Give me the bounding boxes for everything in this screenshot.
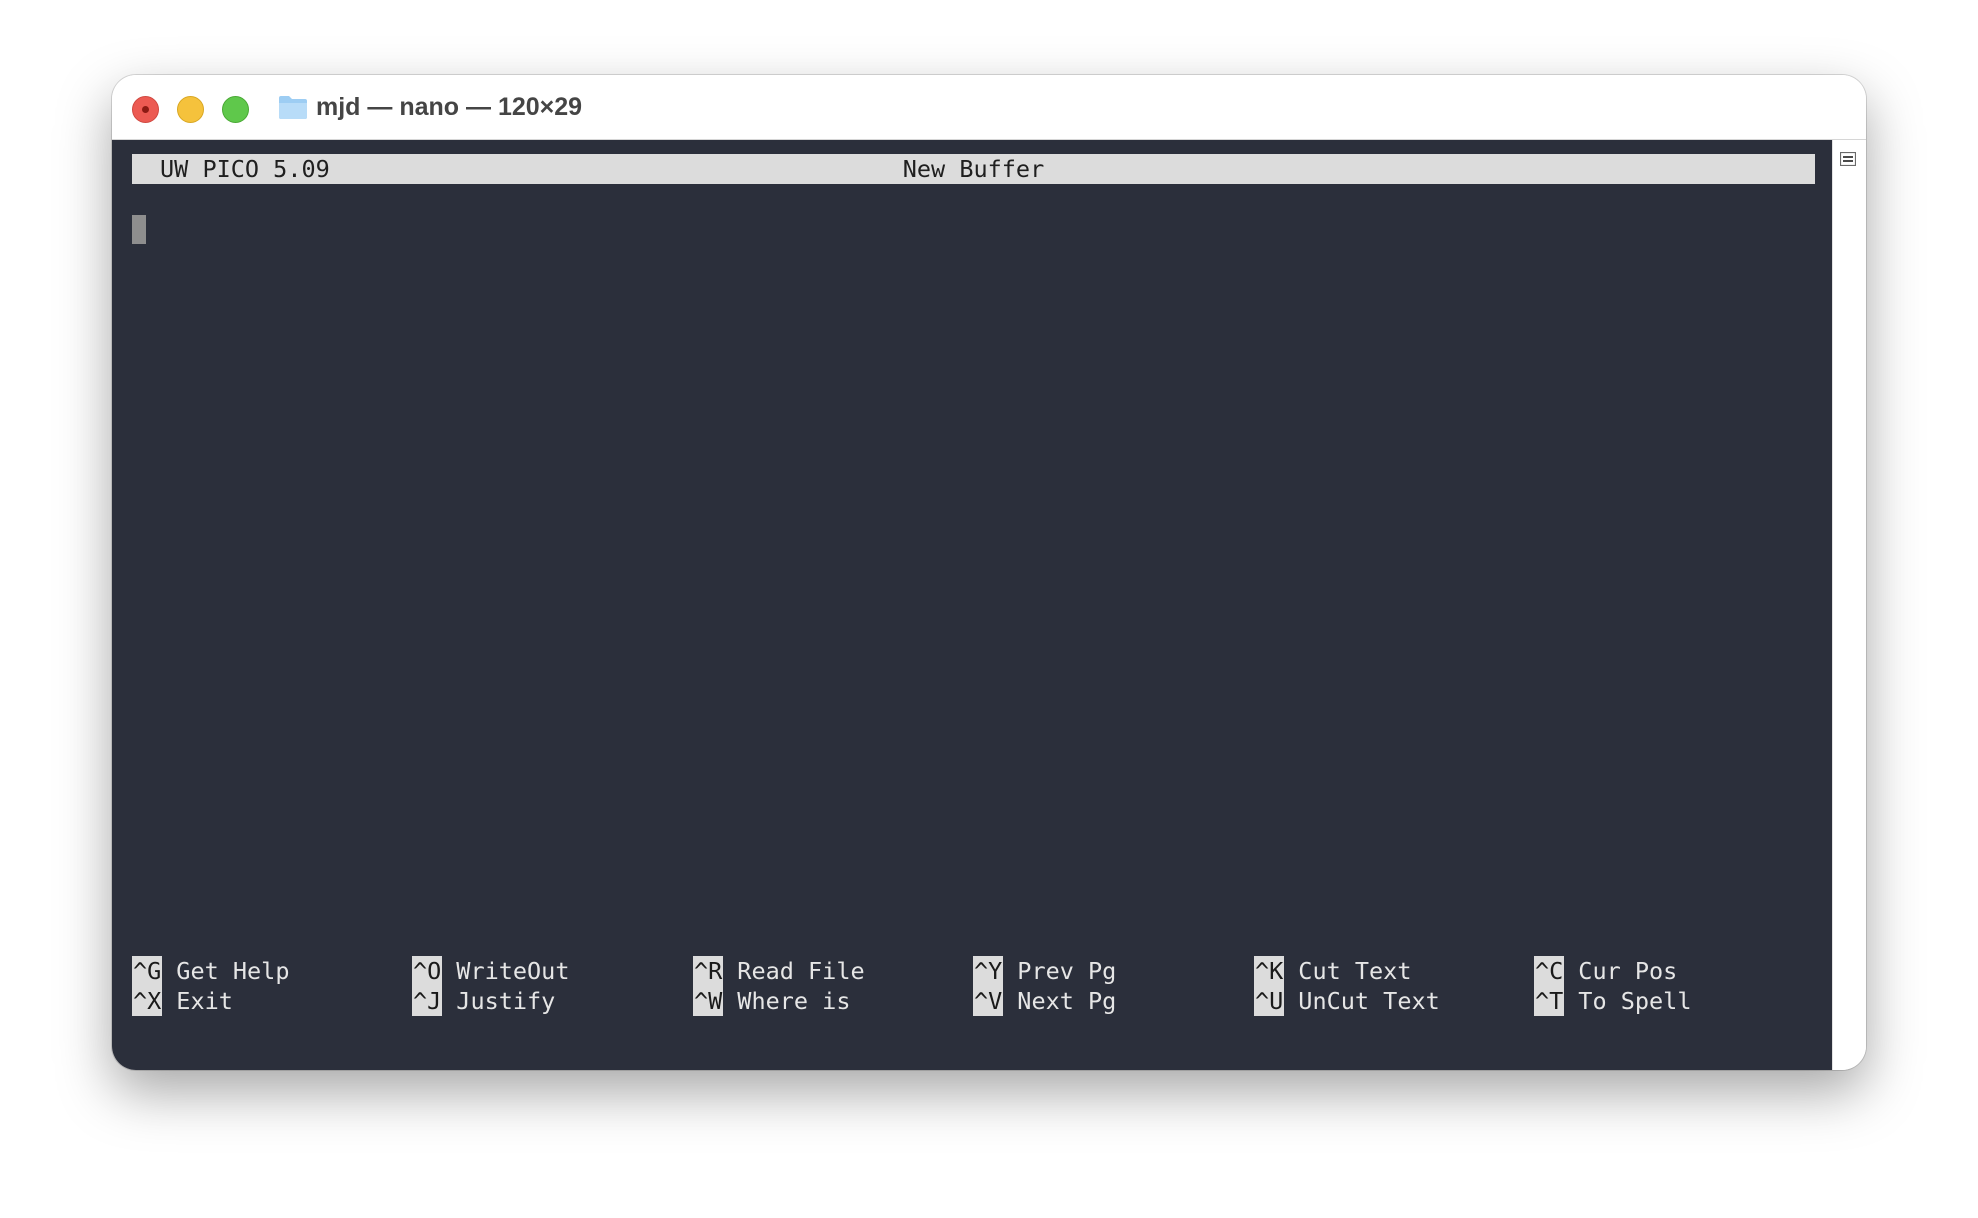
shortcut-justify[interactable]: ^J Justify bbox=[412, 986, 555, 1016]
shortcut-label: To Spell bbox=[1578, 987, 1692, 1015]
shortcut-key: ^J bbox=[412, 986, 443, 1016]
folder-icon bbox=[279, 96, 307, 119]
shortcut-cut-text[interactable]: ^K Cut Text bbox=[1254, 956, 1411, 986]
shortcut-label: Get Help bbox=[176, 957, 290, 985]
text-cursor bbox=[132, 215, 146, 244]
shortcut-label: Cut Text bbox=[1298, 957, 1412, 985]
editor-header-bar: UW PICO 5.09 New Buffer bbox=[132, 154, 1815, 184]
terminal-window: mjd — nano — 120×29 UW PICO 5.09 New Buf… bbox=[112, 75, 1866, 1070]
shortcut-label: Where is bbox=[737, 987, 851, 1015]
shortcut-key: ^W bbox=[693, 986, 724, 1016]
shortcut-exit[interactable]: ^X Exit bbox=[132, 986, 233, 1016]
shortcut-cur-pos[interactable]: ^C Cur Pos bbox=[1534, 956, 1677, 986]
shortcut-key: ^V bbox=[973, 986, 1004, 1016]
shortcut-get-help[interactable]: ^G Get Help bbox=[132, 956, 289, 986]
shortcut-label: WriteOut bbox=[456, 957, 570, 985]
shortcut-read-file[interactable]: ^R Read File bbox=[693, 956, 865, 986]
shortcut-label: Prev Pg bbox=[1017, 957, 1117, 985]
shortcut-label: UnCut Text bbox=[1298, 987, 1440, 1015]
shortcut-key: ^G bbox=[132, 956, 163, 986]
maximize-button[interactable] bbox=[222, 96, 249, 123]
shortcut-where-is[interactable]: ^W Where is bbox=[693, 986, 850, 1016]
terminal-content[interactable]: UW PICO 5.09 New Buffer ^G Get Help ^X Exi… bbox=[112, 140, 1832, 1070]
shortcut-key: ^X bbox=[132, 986, 163, 1016]
shortcut-uncut-text[interactable]: ^U UnCut Text bbox=[1254, 986, 1440, 1016]
shortcut-label: Exit bbox=[176, 987, 233, 1015]
scrollbar[interactable] bbox=[1832, 140, 1866, 1070]
shortcut-writeout[interactable]: ^O WriteOut bbox=[412, 956, 569, 986]
shortcut-label: Cur Pos bbox=[1578, 957, 1678, 985]
shortcut-label: Read File bbox=[737, 957, 865, 985]
shortcut-label: Justify bbox=[456, 987, 556, 1015]
shortcut-key: ^Y bbox=[973, 956, 1004, 986]
buffer-name: New Buffer bbox=[902, 155, 1045, 183]
shortcut-key: ^K bbox=[1254, 956, 1285, 986]
close-button[interactable] bbox=[132, 96, 159, 123]
shortcut-key: ^C bbox=[1534, 956, 1565, 986]
minimize-button[interactable] bbox=[177, 96, 204, 123]
shortcut-to-spell[interactable]: ^T To Spell bbox=[1534, 986, 1691, 1016]
scroll-menu-icon[interactable] bbox=[1840, 152, 1856, 166]
shortcut-prev-pg[interactable]: ^Y Prev Pg bbox=[973, 956, 1116, 986]
shortcut-key: ^U bbox=[1254, 986, 1285, 1016]
window-title: mjd — nano — 120×29 bbox=[316, 93, 583, 121]
title-bar[interactable]: mjd — nano — 120×29 bbox=[112, 75, 1866, 140]
shortcut-key: ^T bbox=[1534, 986, 1565, 1016]
shortcut-label: Next Pg bbox=[1017, 987, 1117, 1015]
shortcut-next-pg[interactable]: ^V Next Pg bbox=[973, 986, 1116, 1016]
shortcut-key: ^O bbox=[412, 956, 443, 986]
shortcut-key: ^R bbox=[693, 956, 724, 986]
